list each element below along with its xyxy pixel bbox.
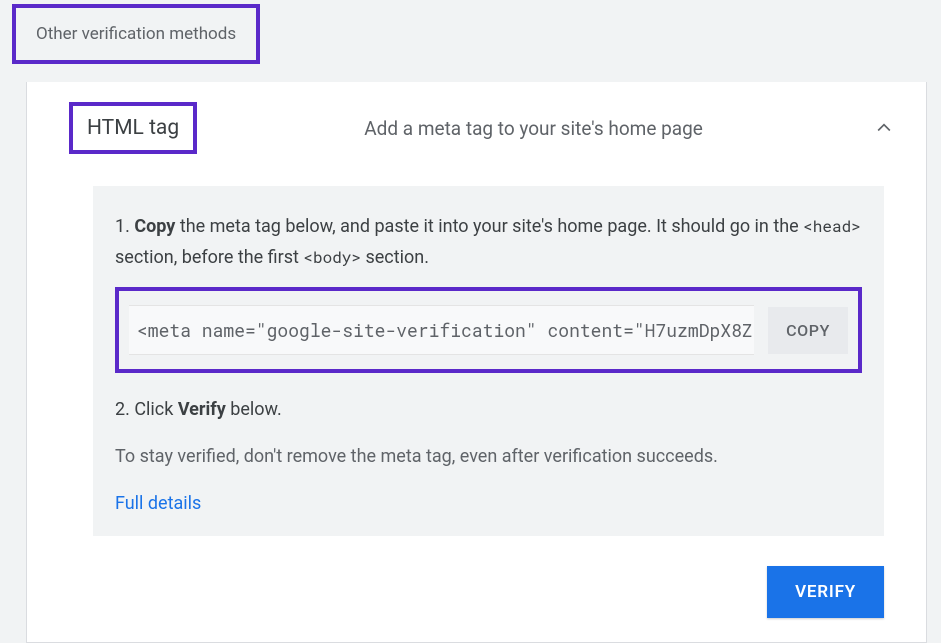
step1-prefix: 1. (115, 216, 134, 237)
instructions-panel: 1. Copy the meta tag below, and paste it… (93, 186, 884, 536)
stay-verified-note: To stay verified, don't remove the meta … (115, 446, 862, 467)
card-header[interactable]: HTML tag Add a meta tag to your site's h… (27, 82, 926, 174)
verify-button[interactable]: VERIFY (767, 566, 884, 618)
step-1-text: 1. Copy the meta tag below, and paste it… (115, 212, 862, 273)
meta-tag-row: <meta name="google-site-verification" co… (115, 287, 862, 373)
step2-suffix: below. (226, 399, 282, 420)
meta-tag-code[interactable]: <meta name="google-site-verification" co… (129, 305, 754, 355)
copy-button[interactable]: COPY (768, 307, 848, 354)
verification-card: HTML tag Add a meta tag to your site's h… (26, 82, 927, 643)
section-title: Other verification methods (12, 4, 260, 64)
step1-text-c: section. (361, 247, 429, 268)
step2-bold: Verify (178, 399, 226, 420)
card-footer: VERIFY (27, 536, 926, 618)
method-name: HTML tag (69, 102, 197, 154)
step1-text-a: the meta tag below, and paste it into yo… (175, 216, 803, 237)
step-2-text: 2. Click Verify below. (115, 399, 862, 420)
method-description: Add a meta tag to your site's home page (197, 117, 870, 140)
full-details-link[interactable]: Full details (115, 493, 201, 514)
chevron-up-icon[interactable] (870, 114, 898, 142)
step1-bold: Copy (134, 216, 175, 237)
step1-code-body: <body> (303, 247, 361, 268)
step2-prefix: 2. Click (115, 399, 178, 420)
step1-code-head: <head> (803, 216, 861, 237)
step1-text-b: section, before the first (115, 247, 303, 268)
